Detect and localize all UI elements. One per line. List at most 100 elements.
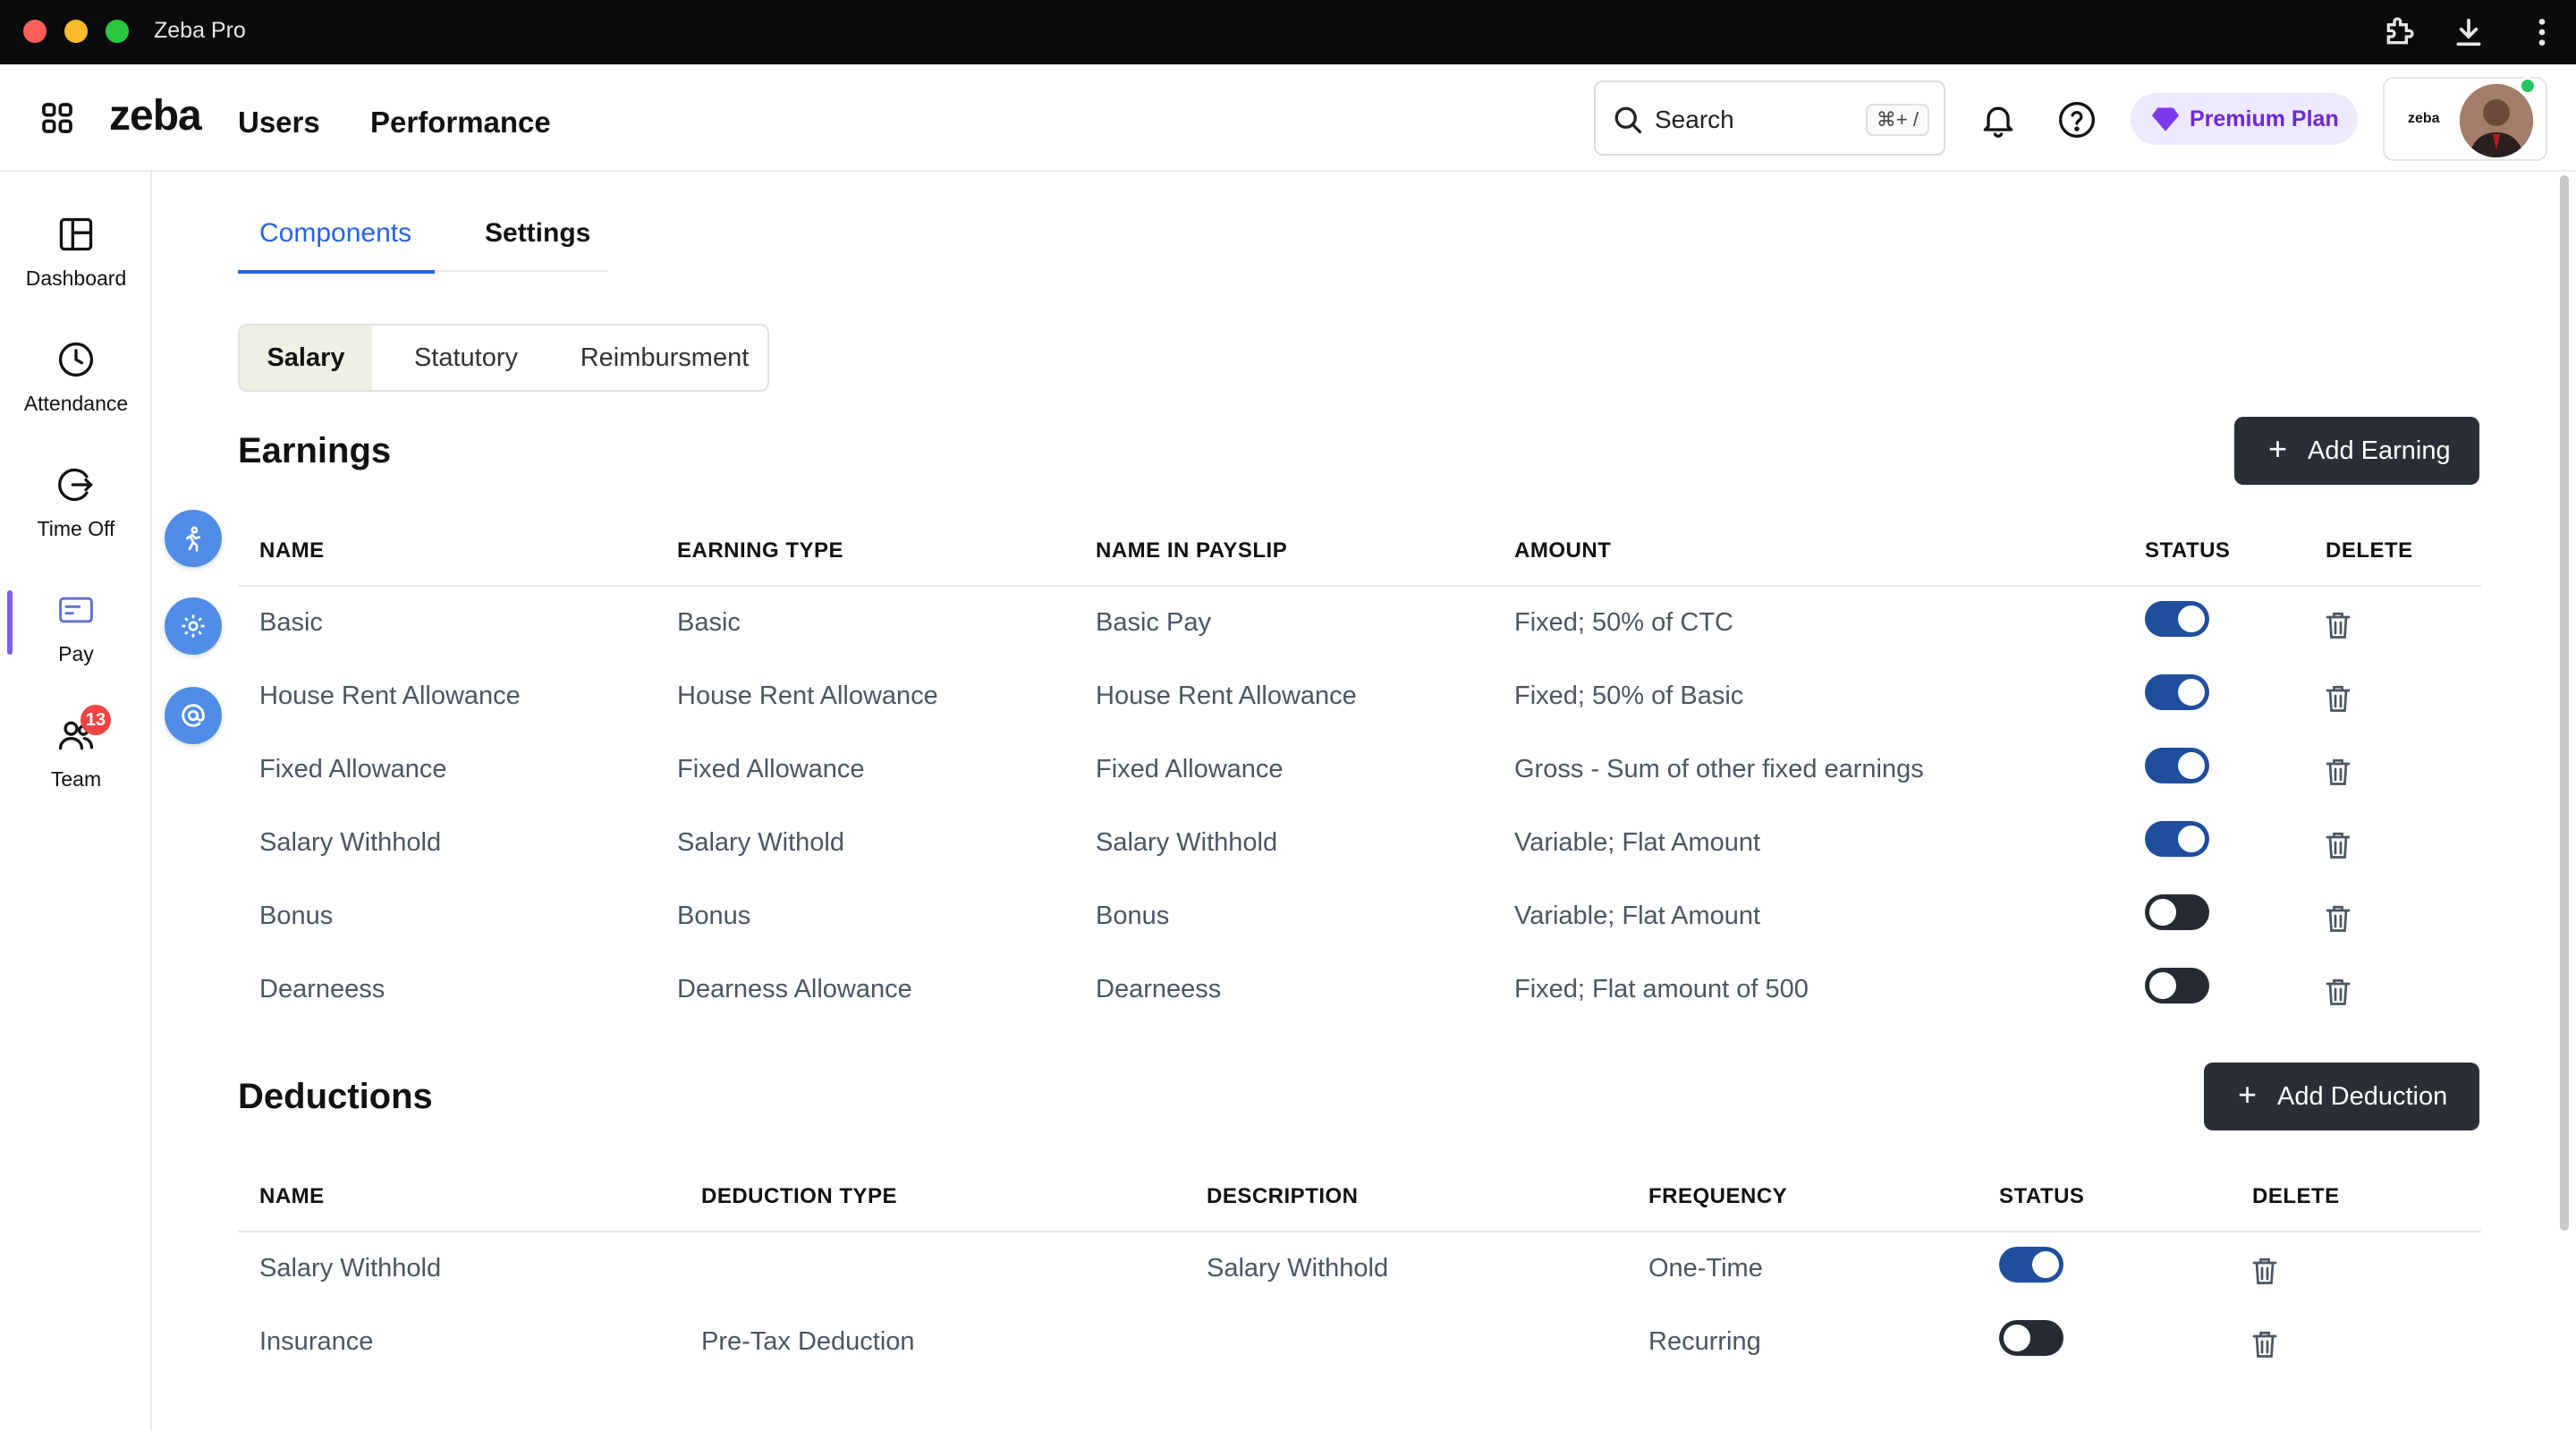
trash-icon[interactable] <box>2325 610 2351 640</box>
earning-amount: Fixed; 50% of CTC <box>1514 608 1733 637</box>
app-header: zeba Users Performance Search ⌘+ / Premi… <box>0 64 2576 172</box>
earning-payslip-name: Basic Pay <box>1096 608 1211 637</box>
earnings-col-payslip: NAME IN PAYSLIP <box>1096 538 1288 563</box>
segment-salary[interactable]: Salary <box>240 326 372 390</box>
search-input[interactable]: Search ⌘+ / <box>1594 80 1945 156</box>
premium-plan-button[interactable]: Premium Plan <box>2131 93 2358 145</box>
diamond-icon <box>2152 107 2179 131</box>
avatar[interactable] <box>2460 84 2533 157</box>
earning-type: Dearness Allowance <box>677 975 912 1003</box>
status-toggle[interactable] <box>2145 821 2209 857</box>
component-type-switcher: Salary Statutory Reimbursment <box>238 324 769 392</box>
earning-name: Fixed Allowance <box>259 755 447 783</box>
trash-icon[interactable] <box>2325 830 2351 860</box>
status-toggle[interactable] <box>2145 601 2209 637</box>
sidebar-item-label: Time Off <box>37 517 115 540</box>
download-icon[interactable] <box>2451 14 2487 50</box>
deductions-col-name: NAME <box>259 1184 325 1208</box>
earning-name: House Rent Allowance <box>259 682 521 710</box>
trash-icon[interactable] <box>2325 977 2351 1007</box>
close-window-button[interactable] <box>23 20 47 43</box>
profile-menu[interactable]: zeba <box>2383 77 2547 161</box>
search-label: Search <box>1655 106 1734 133</box>
earning-amount: Fixed; 50% of Basic <box>1514 682 1744 710</box>
premium-plan-label: Premium Plan <box>2190 106 2339 131</box>
at-sign-icon <box>182 704 205 727</box>
help-icon[interactable] <box>2057 100 2097 140</box>
earnings-title: Earnings <box>238 431 392 470</box>
earning-payslip-name: Salary Withhold <box>1096 828 1278 857</box>
tab-baseline <box>435 270 608 272</box>
plus-icon: + <box>2268 430 2288 467</box>
trash-icon[interactable] <box>2251 1329 2278 1359</box>
clock-icon <box>58 342 94 377</box>
zeba-logo[interactable]: zeba <box>109 91 202 140</box>
earning-name: Basic <box>259 608 323 637</box>
status-toggle[interactable] <box>1999 1320 2063 1356</box>
sidebar-item-team[interactable]: 13 Team <box>0 705 152 823</box>
status-toggle[interactable] <box>2145 968 2209 1003</box>
deductions-col-status: STATUS <box>1999 1184 2085 1208</box>
nav-users[interactable]: Users <box>238 106 320 140</box>
earning-type: Salary Withold <box>677 828 844 857</box>
tab-components[interactable]: Components <box>259 218 411 249</box>
search-icon <box>1614 106 1642 134</box>
deduction-frequency: One-Time <box>1648 1254 1763 1283</box>
earning-name: Bonus <box>259 902 334 930</box>
status-toggle[interactable] <box>2145 674 2209 710</box>
trash-icon[interactable] <box>2325 757 2351 787</box>
deduction-description: Salary Withhold <box>1207 1254 1389 1283</box>
window-title: Zeba Pro <box>154 18 246 43</box>
status-toggle[interactable] <box>2145 748 2209 783</box>
trash-icon[interactable] <box>2251 1256 2278 1286</box>
trash-icon[interactable] <box>2325 903 2351 934</box>
apps-grid-icon[interactable] <box>39 100 75 136</box>
status-toggle[interactable] <box>1999 1247 2063 1283</box>
sidebar-item-label: Attendance <box>23 392 129 415</box>
quick-action-run-button[interactable] <box>165 510 222 567</box>
segment-statutory[interactable]: Statutory <box>372 326 560 390</box>
tab-settings[interactable]: Settings <box>485 218 590 249</box>
minimize-window-button[interactable] <box>64 20 88 43</box>
sidebar-item-attendance[interactable]: Attendance <box>0 340 152 447</box>
more-vertical-icon[interactable] <box>2524 14 2560 50</box>
bell-icon[interactable] <box>1979 100 2018 140</box>
add-earning-button[interactable]: + Add Earning <box>2234 417 2479 485</box>
deduction-frequency: Recurring <box>1648 1327 1761 1356</box>
card-icon <box>59 597 93 623</box>
sidebar-item-dashboard[interactable]: Dashboard <box>0 215 152 322</box>
trash-icon[interactable] <box>2325 683 2351 714</box>
deduction-type: Pre-Tax Deduction <box>701 1327 915 1356</box>
extension-icon[interactable] <box>2381 14 2417 50</box>
segment-reimbursment[interactable]: Reimbursment <box>560 326 769 390</box>
active-tab-underline <box>238 270 435 274</box>
sidebar-item-label: Dashboard <box>25 267 127 290</box>
company-logo: zeba <box>2408 111 2440 126</box>
sidebar: Dashboard Attendance Time Off Pay 13 Tea… <box>0 172 152 1431</box>
quick-action-support-button[interactable] <box>165 687 222 744</box>
earnings-col-delete: DELETE <box>2326 538 2413 563</box>
window-titlebar: Zeba Pro <box>0 0 2576 64</box>
earning-name: Dearneess <box>259 975 386 1003</box>
online-status-dot <box>2519 77 2537 95</box>
dashboard-icon <box>59 217 93 251</box>
status-toggle[interactable] <box>2145 894 2209 930</box>
deduction-name: Salary Withhold <box>259 1254 442 1283</box>
earnings-header-divider <box>238 585 2481 587</box>
earning-payslip-name: Fixed Allowance <box>1096 755 1284 783</box>
page-scrollbar[interactable] <box>2560 175 2569 1231</box>
sidebar-item-time-off[interactable]: Time Off <box>0 465 152 572</box>
earning-amount: Variable; Flat Amount <box>1514 828 1761 857</box>
quick-action-settings-button[interactable] <box>165 597 222 655</box>
maximize-window-button[interactable] <box>106 20 129 43</box>
sidebar-item-pay[interactable]: Pay <box>0 590 152 698</box>
earning-payslip-name: Bonus <box>1096 902 1170 930</box>
team-notification-badge: 13 <box>80 705 111 735</box>
nav-performance[interactable]: Performance <box>370 106 551 140</box>
earnings-col-amount: AMOUNT <box>1514 538 1612 563</box>
earning-payslip-name: Dearneess <box>1096 975 1222 1003</box>
add-deduction-button[interactable]: + Add Deduction <box>2204 1063 2479 1130</box>
earning-type: Bonus <box>677 902 751 930</box>
sparkle-run-icon <box>186 526 200 552</box>
logout-icon <box>58 468 93 502</box>
